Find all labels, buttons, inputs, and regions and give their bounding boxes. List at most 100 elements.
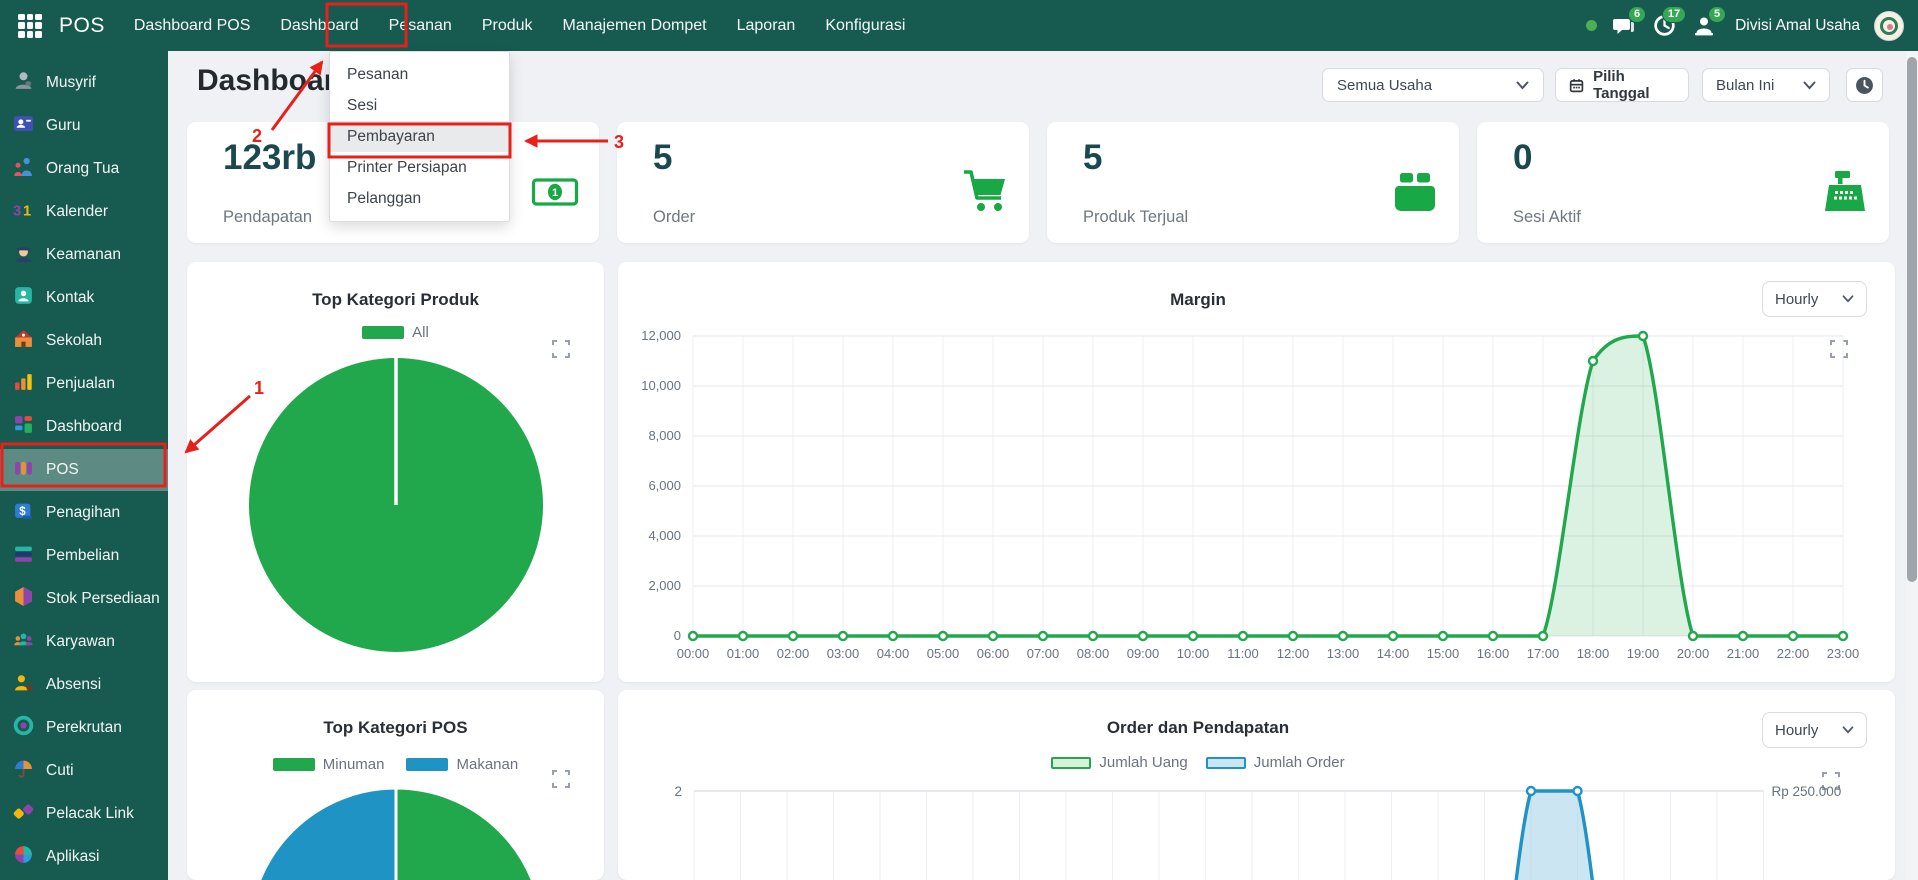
avatar[interactable] <box>1874 11 1904 41</box>
svg-text:16:00: 16:00 <box>1477 646 1510 661</box>
nav-item-dashboard-pos[interactable]: Dashboard POS <box>119 0 266 51</box>
svg-text:01:00: 01:00 <box>727 646 760 661</box>
svg-text:17:00: 17:00 <box>1527 646 1560 661</box>
nav-item-konfigurasi[interactable]: Konfigurasi <box>810 0 920 51</box>
sidebar-item-label: Sekolah <box>46 332 102 350</box>
sidebar-item-pembelian[interactable]: Pembelian <box>0 535 168 577</box>
menu-item-printer-persiapan[interactable]: Printer Persiapan <box>330 152 509 183</box>
sidebar-item-kalender[interactable]: 31 Kalender <box>0 191 168 233</box>
nav-item-manajemen-dompet[interactable]: Manajemen Dompet <box>548 0 722 51</box>
account-name[interactable]: Divisi Amal Usaha <box>1735 17 1860 35</box>
svg-text:10,000: 10,000 <box>641 378 681 393</box>
svg-text:8,000: 8,000 <box>648 428 681 443</box>
sidebar-item-penjualan[interactable]: Penjualan <box>0 363 168 405</box>
leave-umbrella-icon <box>13 758 34 784</box>
cash-register-icon <box>1821 168 1869 216</box>
sidebar-item-dashboard[interactable]: Dashboard <box>0 406 168 448</box>
sidebar-item-label: Stok Persediaan <box>46 590 160 608</box>
school-building-icon <box>13 328 34 354</box>
pie-chart-pos <box>187 690 604 880</box>
svg-text:4,000: 4,000 <box>648 528 681 543</box>
menu-item-pesanan[interactable]: Pesanan <box>330 59 509 90</box>
sidebar-item-label: Penagihan <box>46 504 120 522</box>
sidebar: Musyrif Guru Orang Tua 31 Kalender Keamanan Ko… <box>0 51 168 880</box>
business-select[interactable]: Semua Usaha <box>1322 68 1544 102</box>
stat-value: 123rb <box>223 138 316 178</box>
parents-icon <box>13 156 34 182</box>
sidebar-item-label: Cuti <box>46 762 74 780</box>
sidebar-item-guru[interactable]: Guru <box>0 105 168 147</box>
sidebar-item-aplikasi[interactable]: Aplikasi <box>0 836 168 878</box>
stat-card-sesi-aktif: 0Sesi Aktif <box>1477 122 1889 243</box>
sidebar-item-pos[interactable]: POS <box>0 449 168 491</box>
nav-item-produk[interactable]: Produk <box>467 0 548 51</box>
sidebar-item-label: Pembelian <box>46 547 119 565</box>
business-select-value: Semua Usaha <box>1337 77 1432 94</box>
stat-value: 5 <box>1083 138 1102 178</box>
scrollbar-thumb[interactable] <box>1907 57 1917 582</box>
billing-dollar-icon: $ <box>13 500 34 526</box>
svg-text:3: 3 <box>13 203 21 219</box>
sidebar-item-label: Perekrutan <box>46 719 122 737</box>
svg-text:23:00: 23:00 <box>1827 646 1860 661</box>
period-select[interactable]: Bulan Ini <box>1702 68 1830 102</box>
svg-text:11:00: 11:00 <box>1227 646 1259 661</box>
svg-text:1: 1 <box>23 203 31 219</box>
sidebar-item-perekrutan[interactable]: Perekrutan <box>0 707 168 749</box>
sidebar-item-keamanan[interactable]: Keamanan <box>0 234 168 276</box>
history-icon[interactable]: 17 <box>1651 13 1677 39</box>
package-icon <box>1391 168 1439 216</box>
svg-text:06:00: 06:00 <box>977 646 1010 661</box>
menu-item-sesi[interactable]: Sesi <box>330 90 509 121</box>
nav-item-pesanan[interactable]: Pesanan <box>374 0 467 51</box>
top-kategori-produk-card: Top Kategori Produk All <box>187 262 604 682</box>
svg-text:00:00: 00:00 <box>677 646 710 661</box>
session-user-icon[interactable]: 5 <box>1691 13 1717 39</box>
sidebar-item-penagihan[interactable]: $ Penagihan <box>0 492 168 534</box>
sidebar-item-sekolah[interactable]: Sekolah <box>0 320 168 362</box>
stat-card-produk-terjual: 5Produk Terjual <box>1047 122 1459 243</box>
sidebar-item-stok-persediaan[interactable]: Stok Persediaan <box>0 578 168 620</box>
chevron-down-icon <box>1516 81 1529 90</box>
sidebar-item-label: Musyrif <box>46 74 96 92</box>
apps-circle-icon <box>13 844 34 870</box>
sidebar-item-musyrif[interactable]: Musyrif <box>0 62 168 104</box>
menu-item-pelanggan[interactable]: Pelanggan <box>330 183 509 214</box>
sidebar-item-karyawan[interactable]: Karyawan <box>0 621 168 663</box>
sidebar-item-label: Orang Tua <box>46 160 119 178</box>
sidebar-item-pelacak-link[interactable]: Pelacak Link <box>0 793 168 835</box>
clock-icon <box>1855 76 1874 95</box>
recruitment-icon <box>13 715 34 741</box>
svg-text:08:00: 08:00 <box>1077 646 1110 661</box>
shop-awning-icon <box>13 457 34 483</box>
top-kategori-pos-card: Top Kategori POS MinumanMakanan <box>187 690 604 880</box>
svg-text:2: 2 <box>674 784 682 799</box>
svg-text:0: 0 <box>674 628 681 643</box>
time-settings-button[interactable] <box>1846 68 1883 102</box>
pie-chart-produk <box>187 262 604 682</box>
chat-badge: 6 <box>1628 6 1646 23</box>
sidebar-item-orang-tua[interactable]: Orang Tua <box>0 148 168 190</box>
svg-text:1: 1 <box>552 187 558 199</box>
chat-icon[interactable]: 6 <box>1611 13 1637 39</box>
svg-text:13:00: 13:00 <box>1327 646 1360 661</box>
sidebar-item-cuti[interactable]: Cuti <box>0 750 168 792</box>
app-grid-icon[interactable] <box>18 14 42 38</box>
nav-item-laporan[interactable]: Laporan <box>722 0 811 51</box>
svg-text:21:00: 21:00 <box>1727 646 1760 661</box>
sidebar-item-absensi[interactable]: Absensi <box>0 664 168 706</box>
online-status-dot <box>1586 20 1597 31</box>
pick-date-button[interactable]: Pilih Tanggal <box>1555 68 1689 102</box>
sidebar-item-label: Kontak <box>46 289 94 307</box>
sidebar-item-kontak[interactable]: Kontak <box>0 277 168 319</box>
pick-date-label: Pilih Tanggal <box>1593 68 1675 102</box>
margin-area-chart: 02,0004,0006,0008,00010,00012,00000:0001… <box>618 262 1895 682</box>
dashboard-grid-icon <box>13 414 34 440</box>
svg-text:22:00: 22:00 <box>1777 646 1810 661</box>
menu-item-pembayaran[interactable]: Pembayaran <box>330 121 509 152</box>
nav-item-dashboard[interactable]: Dashboard <box>265 0 373 51</box>
svg-text:14:00: 14:00 <box>1377 646 1410 661</box>
sidebar-item-label: Kalender <box>46 203 108 221</box>
stat-value: 5 <box>653 138 672 178</box>
session-badge: 5 <box>1708 6 1726 23</box>
